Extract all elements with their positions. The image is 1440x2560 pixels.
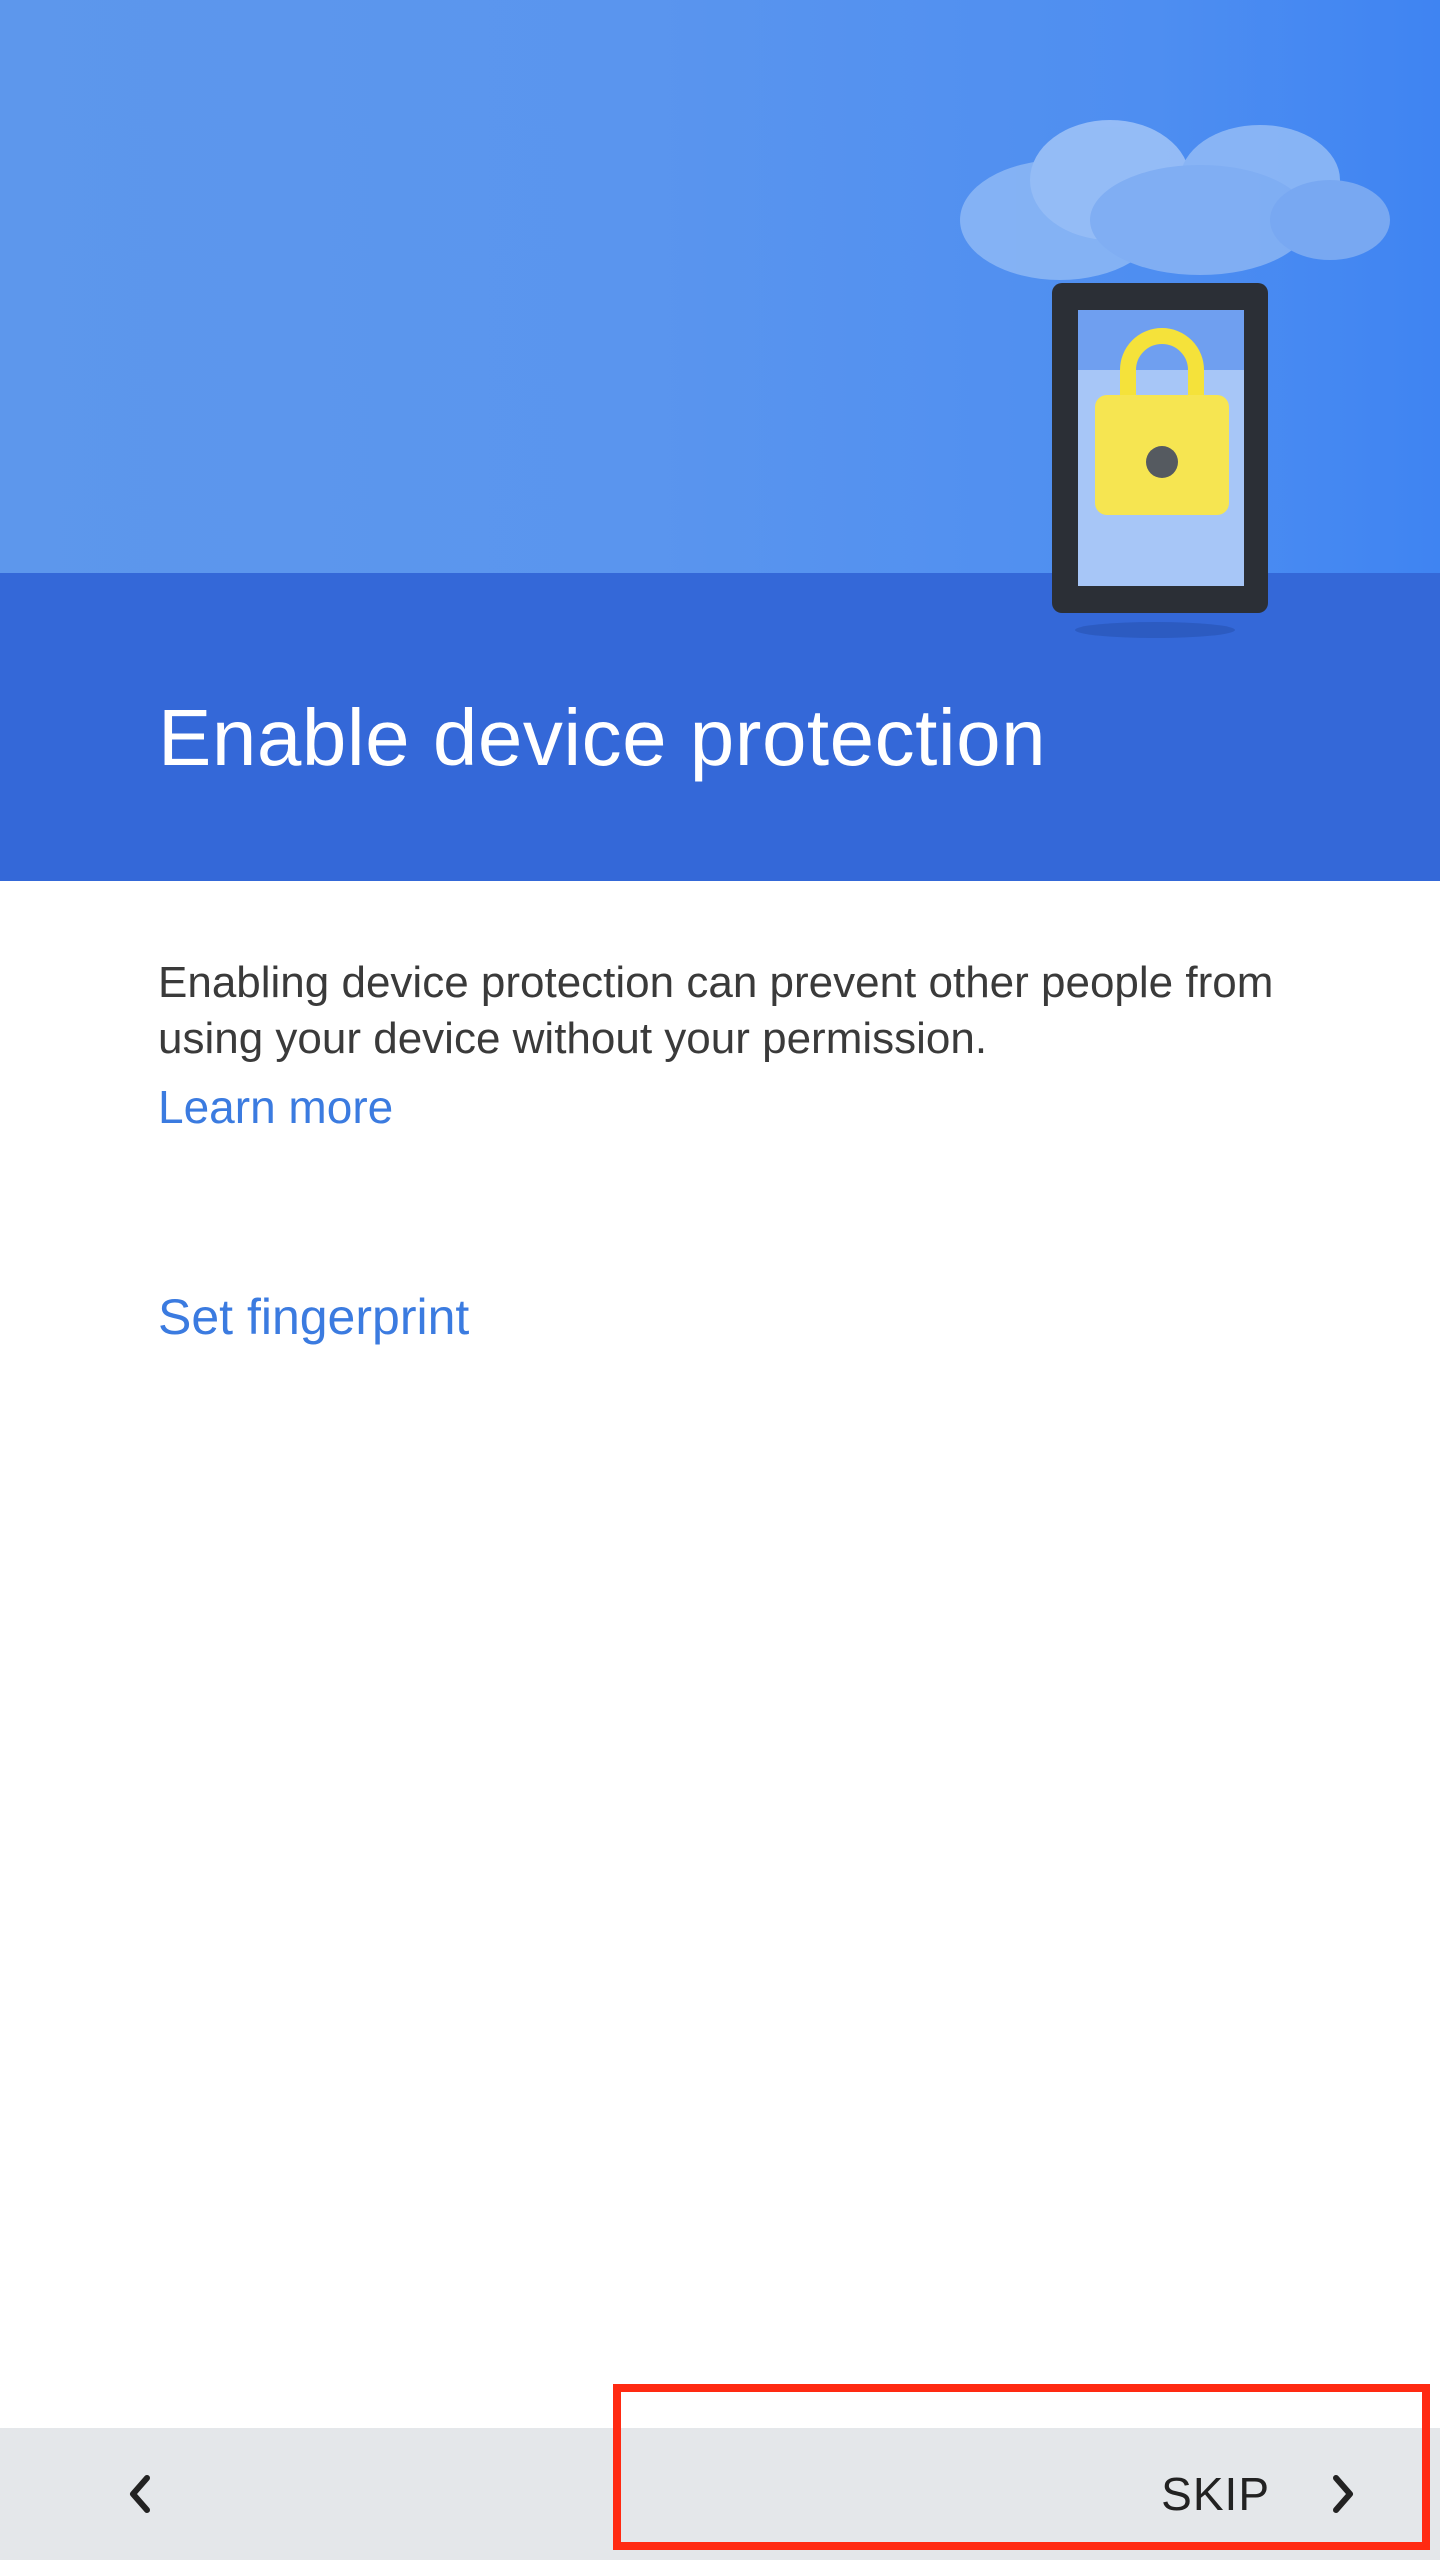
page-title: Enable device protection (158, 693, 1047, 782)
learn-more-link[interactable]: Learn more (158, 1077, 393, 1137)
set-fingerprint-link[interactable]: Set fingerprint (158, 1284, 469, 1350)
cloud-icon (960, 120, 1390, 280)
device-lock-illustration (960, 120, 1390, 638)
content-section: Enabling device protection can prevent o… (158, 955, 1328, 1137)
header-banner: Enable device protection (0, 0, 1440, 881)
skip-button[interactable]: SKIP (1060, 2428, 1360, 2560)
bottom-navigation-bar: SKIP (0, 2428, 1440, 2560)
skip-label: SKIP (1161, 2468, 1270, 2520)
chevron-left-icon (130, 2475, 150, 2513)
description-text: Enabling device protection can prevent o… (158, 958, 1274, 1063)
chevron-right-icon (1333, 2475, 1353, 2513)
back-button[interactable] (80, 2428, 200, 2560)
